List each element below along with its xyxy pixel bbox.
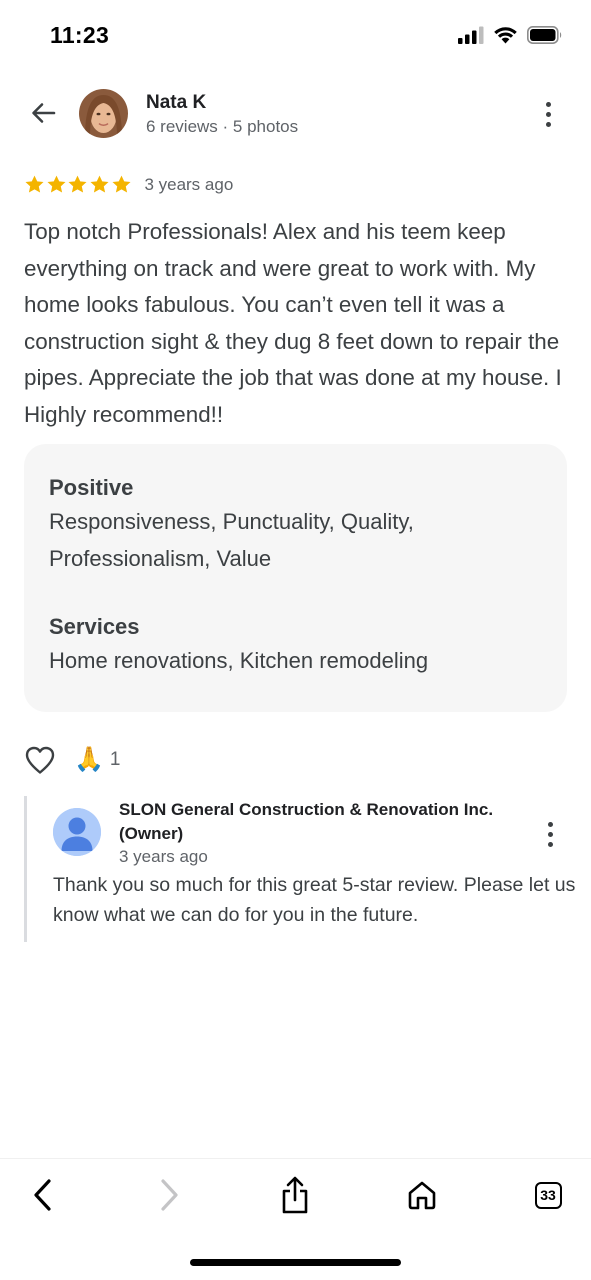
reply-more-options-button[interactable] [535, 816, 565, 852]
star-icon [112, 175, 131, 193]
services-title: Services [49, 614, 140, 639]
review-attributes-card: Positive Responsiveness, Punctuality, Qu… [24, 444, 567, 712]
status-icons [458, 26, 563, 44]
reviewer-photo [79, 89, 128, 138]
pray-reaction-icon[interactable]: 🙏 [74, 745, 104, 775]
back-icon [34, 1179, 51, 1211]
owner-name: SLON General Construction & Renovation I… [119, 800, 494, 843]
positive-title: Positive [49, 475, 134, 500]
browser-back-button[interactable] [21, 1173, 65, 1217]
review-text: Top notch Professionals! Alex and his te… [24, 219, 562, 427]
review-time: 3 years ago [144, 174, 234, 194]
status-time: 11:23 [50, 22, 110, 48]
positive-value: Responsiveness, Punctuality, Quality, Pr… [49, 509, 414, 571]
rating-row: 3 years ago [24, 174, 233, 195]
browser-forward-button[interactable] [147, 1173, 191, 1217]
services-value: Home renovations, Kitchen remodeling [49, 648, 429, 673]
star-icon [90, 175, 109, 193]
owner-reply-text: Thank you so much for this great 5-star … [53, 874, 576, 926]
arrow-back-icon [32, 103, 56, 123]
more-vert-icon [545, 101, 551, 107]
reactions-row: 🙏 1 [24, 742, 120, 778]
reviewer-meta: 6 reviews · 5 photos [146, 117, 299, 136]
more-options-button[interactable] [533, 96, 563, 132]
home-button[interactable] [400, 1173, 444, 1217]
heart-outline-icon [25, 746, 55, 774]
status-bar: 11:23 [0, 0, 591, 76]
star-icon [25, 175, 44, 193]
owner-reply-time: 3 years ago [119, 847, 208, 866]
star-icon [47, 175, 66, 193]
star-icon [68, 175, 87, 193]
battery-icon [527, 26, 562, 44]
share-button[interactable] [273, 1173, 317, 1217]
tabs-button[interactable]: 33 [526, 1173, 570, 1217]
reviewer-avatar[interactable] [79, 89, 128, 138]
reviewer-name[interactable]: Nata K [146, 92, 206, 114]
default-profile-icon [53, 808, 101, 856]
like-button[interactable] [24, 744, 56, 776]
tabs-icon: 33 [534, 1181, 562, 1209]
cellular-signal-icon [458, 26, 484, 44]
wifi-icon [494, 27, 517, 44]
home-icon [408, 1181, 436, 1210]
star-rating [24, 174, 132, 195]
home-indicator[interactable] [190, 1259, 401, 1266]
owner-avatar [53, 808, 101, 856]
forward-icon [161, 1179, 178, 1211]
review-header: Nata K 6 reviews · 5 photos [0, 86, 591, 144]
reaction-count: 1 [109, 749, 121, 770]
share-icon [282, 1176, 308, 1214]
owner-reply: SLON General Construction & Renovation I… [24, 796, 575, 942]
more-vert-icon [547, 821, 553, 827]
back-button[interactable] [26, 96, 60, 130]
